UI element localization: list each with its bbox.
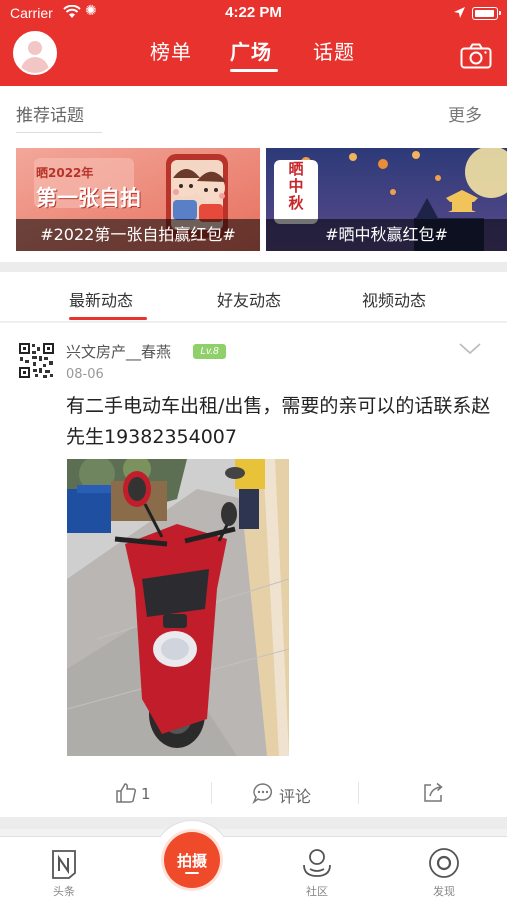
banner-art-char: 晒	[288, 160, 304, 178]
banner-art-char: 中	[288, 177, 304, 195]
thumbs-up-icon[interactable]	[115, 782, 137, 804]
level-badge: Lv.8	[193, 344, 226, 359]
share-icon[interactable]	[422, 782, 444, 804]
location-icon	[454, 7, 465, 18]
banner-art-text-1: 晒2022年	[36, 166, 94, 180]
status-bar: Carrier ✺ 4:22 PM	[0, 0, 507, 27]
tab-videos[interactable]: 视频动态	[362, 287, 426, 311]
tab-community-label[interactable]: 社区	[287, 883, 347, 899]
section-divider	[0, 262, 507, 272]
avatar-body-shape	[21, 57, 49, 73]
user-avatar-qrcode[interactable]	[18, 342, 55, 379]
banner-vertical-art-text: 晒 中 秋	[276, 161, 316, 212]
topic-banner-mid-autumn[interactable]: 晒 中 秋 #晒中秋赢红包#	[266, 148, 507, 251]
tab-discover-label[interactable]: 发现	[414, 883, 474, 899]
comment-icon[interactable]	[252, 782, 274, 804]
banner-art-text-2: 第一张自拍	[36, 186, 141, 210]
post-username[interactable]: 兴文房产__春燕	[66, 341, 171, 362]
active-tab-indicator	[230, 69, 278, 72]
post-date: 08-06	[66, 367, 104, 382]
clock: 4:22 PM	[225, 4, 282, 21]
tab-latest[interactable]: 最新动态	[69, 287, 133, 311]
tab-square[interactable]: 广场	[230, 36, 272, 65]
topic-banner-label: #晒中秋赢红包#	[266, 219, 507, 251]
topic-banner-selfie[interactable]: 晒2022年 第一张自拍 #2022第一张自拍赢红包#	[16, 148, 260, 251]
post-photo[interactable]	[67, 459, 289, 756]
app-screen: Carrier ✺ 4:22 PM 榜单 广场 话题 推荐话题 更多 晒2022…	[0, 0, 507, 900]
shoot-button-line	[185, 872, 199, 874]
shoot-button-label: 拍摄	[176, 852, 207, 870]
tab-friends[interactable]: 好友动态	[217, 287, 281, 311]
avatar-head-shape	[28, 41, 42, 55]
recommended-topics-title: 推荐话题	[16, 106, 84, 126]
divider	[211, 782, 212, 804]
headlines-icon[interactable]	[50, 849, 78, 879]
tab-ranking[interactable]: 榜单	[150, 36, 192, 65]
divider	[16, 132, 102, 133]
banner-art-char: 秋	[288, 194, 304, 212]
discover-icon[interactable]	[428, 847, 460, 879]
comment-button[interactable]: 评论	[279, 783, 311, 807]
chevron-down-icon[interactable]	[458, 342, 482, 356]
active-feed-tab-indicator	[69, 317, 147, 320]
more-topics-link[interactable]: 更多	[448, 101, 482, 126]
shoot-button[interactable]: 拍摄	[164, 832, 220, 888]
topic-banner-label: #2022第一张自拍赢红包#	[16, 219, 260, 251]
tab-topics[interactable]: 话题	[313, 36, 355, 65]
like-count: 1	[141, 785, 151, 803]
community-icon[interactable]	[301, 847, 333, 879]
battery-icon	[472, 7, 501, 20]
tab-headlines-label[interactable]: 头条	[34, 883, 94, 899]
section-divider	[0, 817, 507, 829]
post-text: 有二手电动车出租/出售，需要的亲可以的话联系赵先生19382354007	[66, 395, 491, 448]
camera-icon[interactable]	[460, 43, 492, 69]
user-avatar[interactable]	[13, 31, 57, 75]
scooter-photo	[67, 459, 289, 756]
app-header: Carrier ✺ 4:22 PM 榜单 广场 话题	[0, 0, 507, 86]
divider	[358, 782, 359, 804]
